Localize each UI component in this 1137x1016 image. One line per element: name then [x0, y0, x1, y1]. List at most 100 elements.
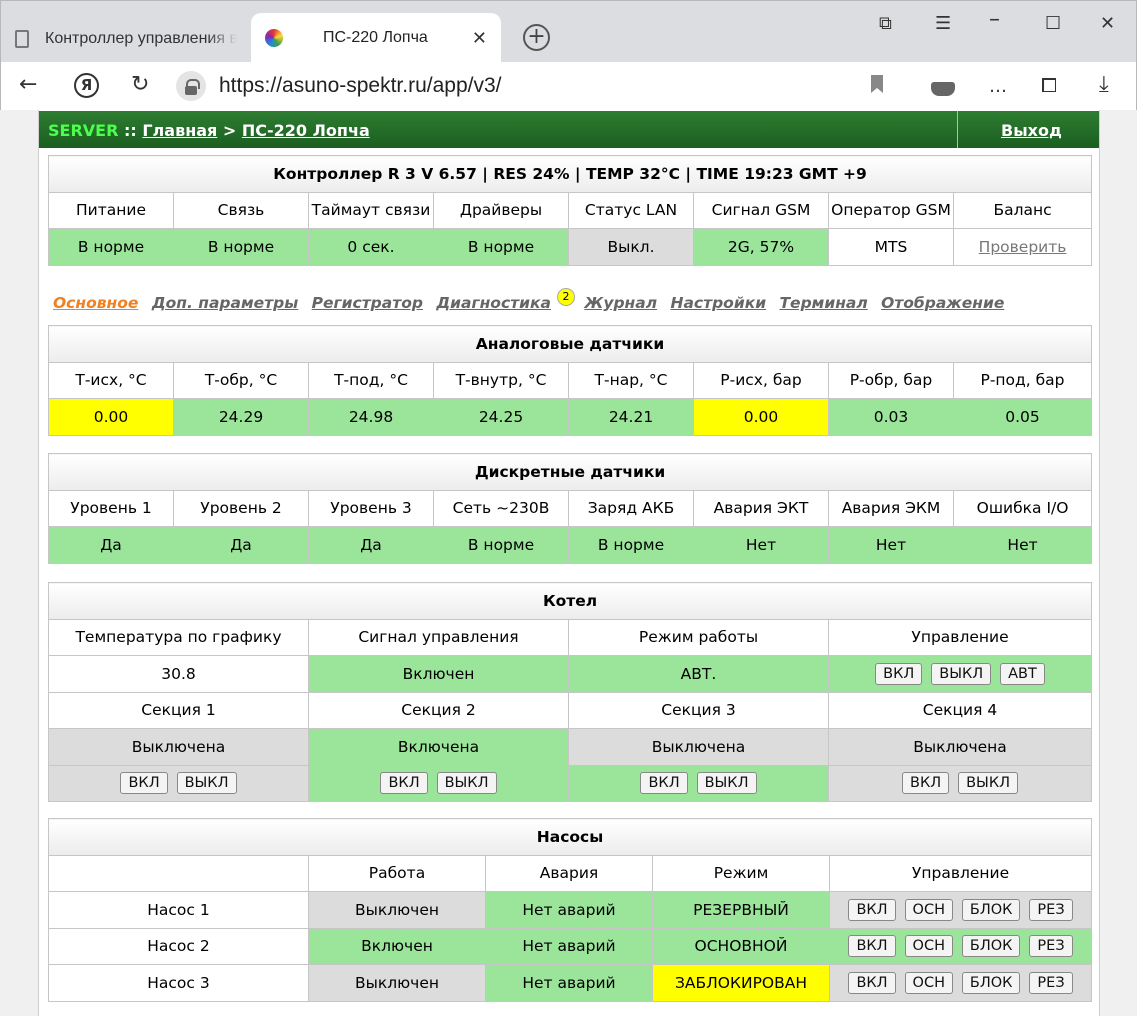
url-field[interactable]: https://asuno-spektr.ru/app/v3/ — [219, 74, 502, 98]
column-header: Сигнал GSM — [693, 191, 829, 229]
site-favicon-icon — [265, 29, 283, 47]
section-header: Секция 3 — [568, 691, 829, 729]
control-signal: Включен — [308, 655, 569, 693]
server-label: SERVER — [48, 121, 119, 140]
menu-icon[interactable]: ☰ — [935, 13, 951, 34]
tab-terminal[interactable]: Терминал — [779, 294, 867, 312]
sensor-value: 24.29 — [173, 398, 309, 436]
pump-3-block-button[interactable]: БЛОК — [961, 971, 1021, 994]
minimize-icon[interactable]: – — [989, 7, 1000, 32]
section-1-off-button[interactable]: ВЫКЛ — [176, 772, 237, 795]
column-header: Т-исх, °С — [48, 361, 174, 399]
discrete-value: Нет — [693, 526, 829, 564]
section-2-on-button[interactable]: ВКЛ — [380, 772, 428, 795]
column-header: Р-обр, бар — [828, 361, 954, 399]
section-2-off-button[interactable]: ВЫКЛ — [436, 772, 497, 795]
new-tab-button[interactable]: + — [523, 24, 550, 51]
tabs-overview-icon[interactable]: ⧉ — [879, 13, 892, 34]
pump-1-on-button[interactable]: ВКЛ — [848, 898, 896, 921]
tab-display[interactable]: Отображение — [881, 294, 1004, 312]
drivers-status: В норме — [433, 228, 569, 266]
pump-2-block-button[interactable]: БЛОК — [961, 935, 1021, 958]
pump-1-main-button[interactable]: ОСН — [904, 898, 953, 921]
sensor-value: 24.21 — [568, 398, 694, 436]
column-header: Авария ЭКТ — [693, 489, 829, 527]
pump-2-on-button[interactable]: ВКЛ — [848, 935, 896, 958]
sensor-value: 0.00 — [693, 398, 829, 436]
discrete-value: Да — [173, 526, 309, 564]
browser-tab-bar: Контроллер управления в ПС-220 Лопча ✕ +… — [0, 0, 1137, 63]
extensions-icon[interactable]: ⧠ — [1041, 72, 1057, 98]
column-header: Сигнал управления — [308, 618, 569, 656]
pump-alarm: Нет аварий — [485, 891, 653, 929]
browser-tab-active[interactable]: ПС-220 Лопча ✕ — [251, 13, 501, 63]
boiler-on-button[interactable]: ВКЛ — [875, 662, 923, 685]
pump-2-main-button[interactable]: ОСН — [904, 935, 953, 958]
check-balance-link[interactable]: Проверить — [979, 238, 1067, 256]
tab-settings[interactable]: Настройки — [670, 294, 766, 312]
close-window-icon[interactable]: ✕ — [1100, 13, 1115, 34]
bookmark-icon[interactable] — [871, 75, 883, 93]
discrete-title: Дискретные датчики — [47, 453, 1093, 491]
section-header: Секция 4 — [827, 691, 1093, 729]
section-4-off-button[interactable]: ВЫКЛ — [958, 772, 1019, 795]
pump-3-reserve-button[interactable]: РЕЗ — [1029, 971, 1073, 994]
section-4-controls: ВКЛ ВЫКЛ — [827, 764, 1093, 802]
column-header: Управление — [827, 618, 1093, 656]
section-1-on-button[interactable]: ВКЛ — [120, 772, 168, 795]
close-tab-icon[interactable]: ✕ — [472, 28, 487, 49]
yandex-icon[interactable]: Я — [74, 73, 99, 98]
section-4-on-button[interactable]: ВКЛ — [902, 772, 950, 795]
browser-tab-inactive[interactable]: Контроллер управления в — [15, 15, 239, 63]
pump-work: Выключен — [308, 964, 486, 1002]
section-3-on-button[interactable]: ВКЛ — [640, 772, 688, 795]
logout-link[interactable]: Выход — [1001, 121, 1062, 140]
reload-icon[interactable]: ↻ — [131, 72, 149, 98]
pump-mode: ЗАБЛОКИРОВАН — [652, 964, 830, 1002]
section-2-controls: ВКЛ ВЫКЛ — [308, 764, 569, 802]
cast-icon[interactable] — [931, 82, 955, 96]
pump-name: Насос 2 — [48, 927, 309, 965]
more-icon[interactable]: … — [989, 74, 1007, 100]
boiler-auto-button[interactable]: АВТ — [1000, 662, 1045, 685]
lock-icon[interactable] — [176, 71, 206, 101]
section-1-controls: ВКЛ ВЫКЛ — [48, 764, 309, 802]
tab-journal[interactable]: Журнал — [584, 294, 657, 312]
column-header: Уровень 3 — [308, 489, 434, 527]
maximize-icon[interactable]: ☐ — [1045, 13, 1061, 34]
section-state: Выключена — [827, 728, 1093, 766]
back-icon[interactable]: ← — [19, 72, 37, 98]
pump-2-reserve-button[interactable]: РЕЗ — [1029, 935, 1073, 958]
boiler-controls: ВКЛ ВЫКЛ АВТ — [827, 655, 1093, 693]
column-header: Т-под, °С — [308, 361, 434, 399]
gsm-operator: MTS — [828, 228, 954, 266]
tab-registrar[interactable]: Регистратор — [312, 294, 423, 312]
column-header: Р-исх, бар — [693, 361, 829, 399]
pump-work: Выключен — [308, 891, 486, 929]
column-header: Оператор GSM — [828, 191, 954, 229]
address-bar: ← Я ↻ https://asuno-spektr.ru/app/v3/ … … — [0, 62, 1137, 110]
tab-title: Контроллер управления в — [45, 30, 237, 47]
boiler-off-button[interactable]: ВЫКЛ — [931, 662, 992, 685]
table-row: Насос 3 Выключен Нет аварий ЗАБЛОКИРОВАН… — [48, 964, 1093, 1002]
tab-main[interactable]: Основное — [53, 294, 138, 312]
tab-diagnostics[interactable]: Диагностика — [436, 294, 551, 312]
tab-extra-params[interactable]: Доп. параметры — [152, 294, 298, 312]
pump-3-on-button[interactable]: ВКЛ — [848, 971, 896, 994]
analog-title: Аналоговые датчики — [48, 325, 1092, 363]
home-link[interactable]: Главная — [142, 121, 217, 140]
lan-status: Выкл. — [568, 228, 694, 266]
object-link[interactable]: ПС-220 Лопча — [242, 121, 370, 140]
pump-alarm: Нет аварий — [485, 964, 653, 1002]
table-row: Насос 2 Включен Нет аварий ОСНОВНОЙ ВКЛ … — [48, 927, 1093, 965]
pump-3-main-button[interactable]: ОСН — [904, 971, 953, 994]
pump-1-reserve-button[interactable]: РЕЗ — [1029, 898, 1073, 921]
column-header: Связь — [173, 191, 309, 229]
download-icon[interactable]: ⤓ — [1099, 72, 1109, 98]
pump-1-block-button[interactable]: БЛОК — [961, 898, 1021, 921]
power-status: В норме — [48, 228, 174, 266]
section-3-off-button[interactable]: ВЫКЛ — [696, 772, 757, 795]
pumps-table: Насосы Работа Авария Режим Управление На… — [47, 818, 1093, 1002]
discrete-value: Да — [308, 526, 434, 564]
pump-mode: РЕЗЕРВНЫЙ — [652, 891, 830, 929]
